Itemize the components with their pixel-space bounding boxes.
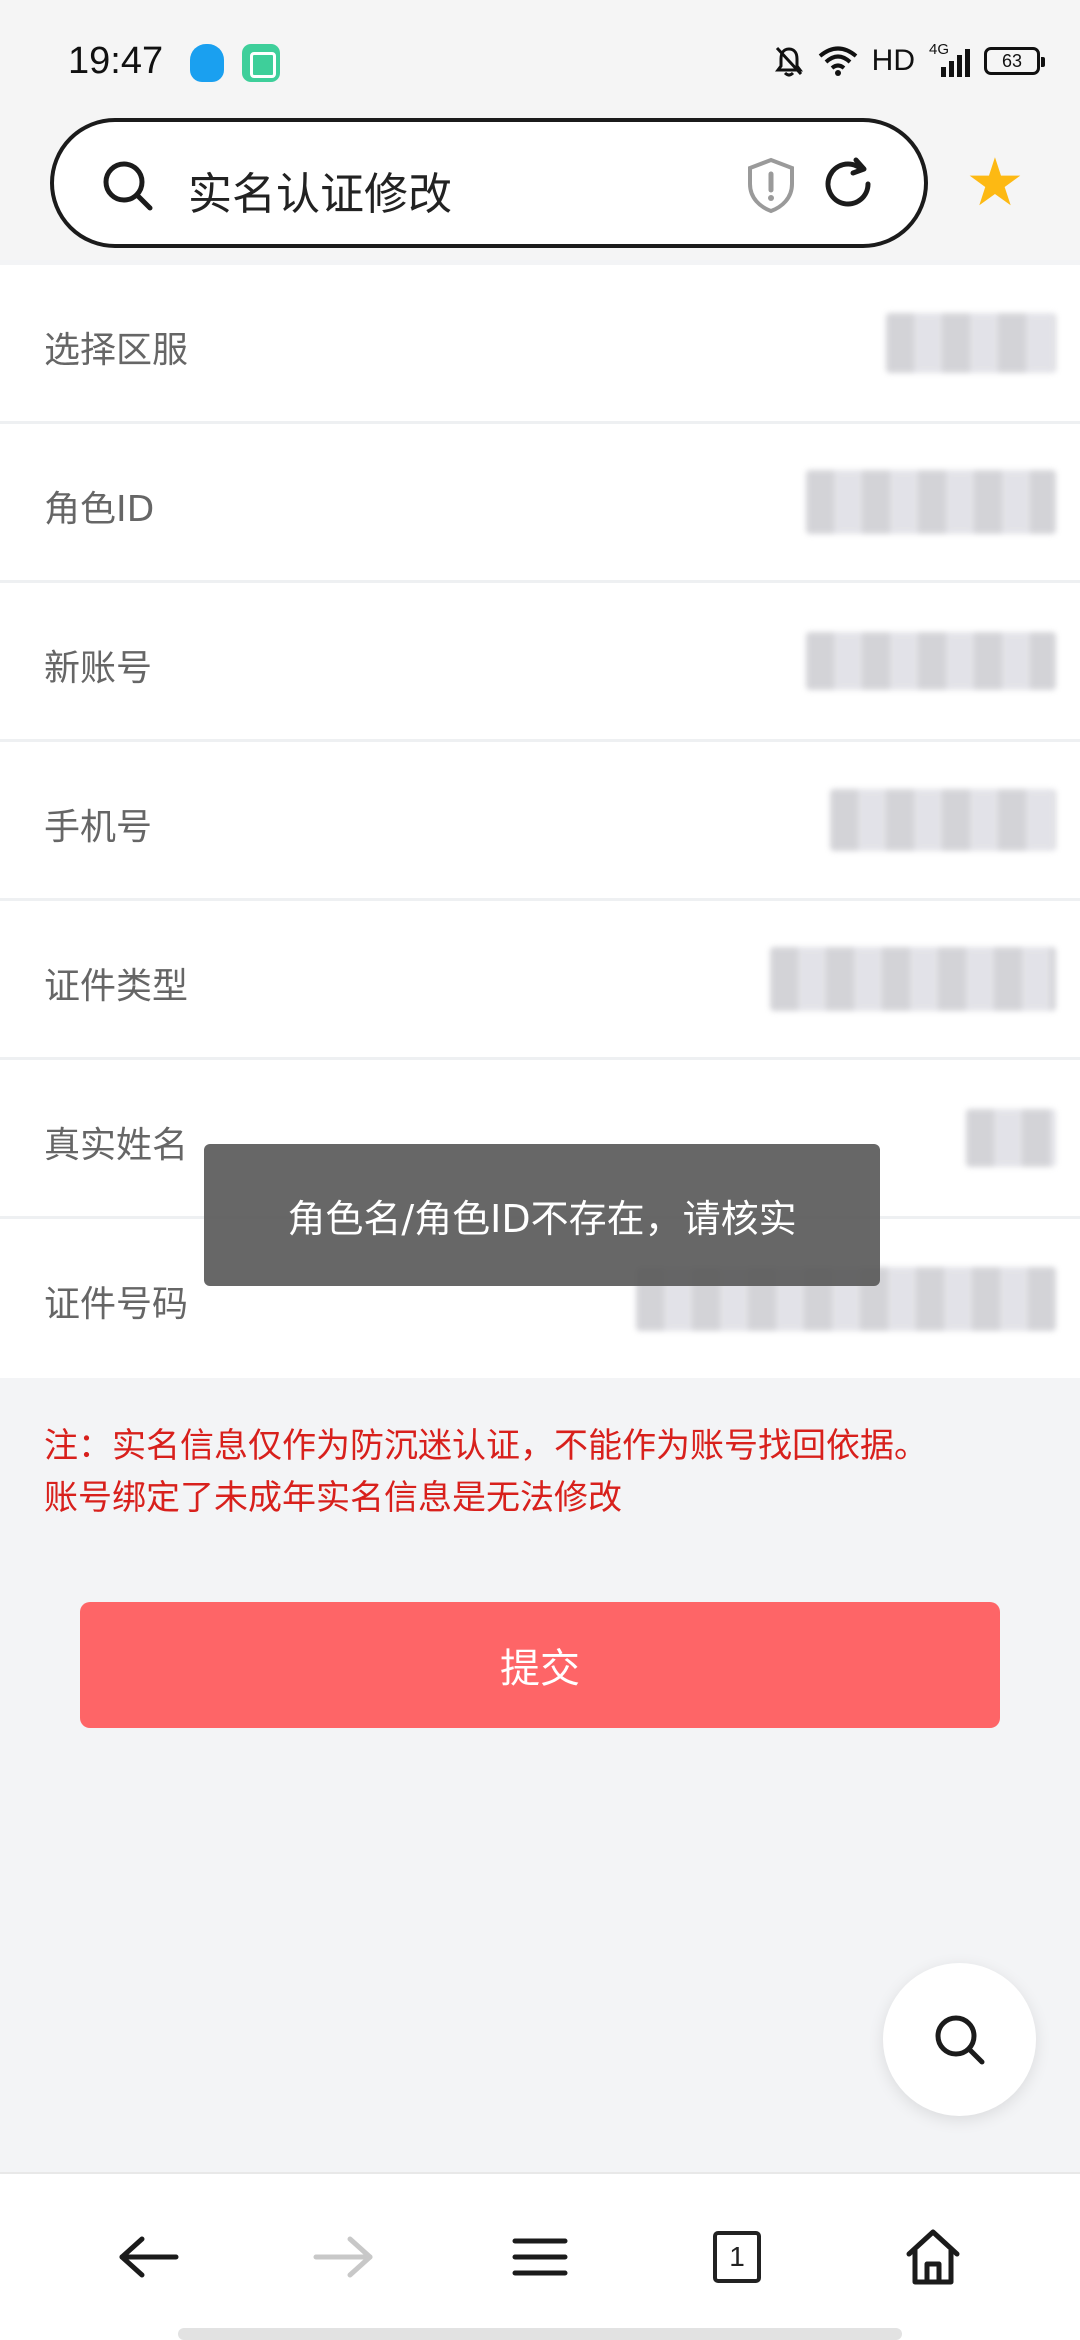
status-app-icons (190, 44, 280, 82)
search-icon (103, 161, 153, 211)
redacted-value (830, 789, 1056, 851)
form-row-server[interactable]: 选择区服 (0, 265, 1080, 424)
back-arrow-icon (119, 2236, 179, 2278)
wifi-icon (818, 46, 857, 76)
forward-button[interactable] (298, 2212, 388, 2302)
home-icon (906, 2229, 960, 2285)
status-bar: 19:47 HD 4G 63 (0, 0, 1080, 110)
shield-alert-icon[interactable] (744, 156, 798, 214)
address-bar[interactable]: 实名认证修改 (50, 118, 928, 248)
form-label: 证件号码 (44, 1284, 189, 1325)
tabs-button[interactable]: 1 (692, 2212, 782, 2302)
form-label: 手机号 (44, 807, 153, 848)
form-row-new-account[interactable]: 新账号 (0, 583, 1080, 742)
mute-bell-icon (774, 46, 803, 77)
network-type: HD (871, 44, 915, 77)
menu-button[interactable] (495, 2212, 585, 2302)
form-row-id-type[interactable]: 证件类型 (0, 901, 1080, 1060)
tabs-icon: 1 (713, 2231, 761, 2283)
floating-search-button[interactable] (883, 1963, 1036, 2116)
back-button[interactable] (104, 2212, 194, 2302)
notice-line-1: 注：实名信息仅作为防沉迷认证，不能作为账号找回依据。 (44, 1426, 928, 1466)
signal-icon: 4G (929, 41, 970, 77)
redacted-value (886, 313, 1056, 373)
battery-level: 63 (1001, 50, 1023, 71)
redacted-value (966, 1109, 1056, 1167)
home-button[interactable] (888, 2212, 978, 2302)
form-label: 新账号 (44, 648, 153, 689)
notice-line-2: 账号绑定了未成年实名信息是无法修改 (44, 1478, 622, 1518)
error-toast: 角色名/角色ID不存在，请核实 (204, 1144, 880, 1286)
status-indicators: HD 4G 63 (774, 41, 1045, 78)
forward-arrow-icon (313, 2236, 373, 2278)
home-indicator[interactable] (178, 2328, 902, 2340)
browser-bottom-nav: 1 (0, 2172, 1080, 2340)
form-label: 角色ID (44, 489, 155, 530)
address-bar-query[interactable]: 实名认证修改 (188, 158, 452, 222)
star-icon[interactable]: ★ (960, 148, 1030, 218)
refresh-icon[interactable] (818, 154, 878, 214)
search-icon (935, 2015, 984, 2064)
redacted-value (770, 947, 1056, 1011)
form-label: 选择区服 (44, 330, 189, 371)
form-label: 证件类型 (44, 966, 189, 1007)
signal-label: 4G (929, 41, 950, 58)
app-square-icon (242, 44, 280, 82)
address-bar-row: 实名认证修改 ★ (0, 110, 1080, 260)
redacted-value (806, 632, 1056, 690)
redacted-value (806, 470, 1056, 534)
tab-count: 1 (729, 2241, 745, 2272)
qq-icon (190, 44, 224, 82)
form-row-phone[interactable]: 手机号 (0, 742, 1080, 901)
submit-button[interactable]: 提交 (80, 1602, 1000, 1728)
status-time: 19:47 (68, 40, 164, 82)
notice-text: 注：实名信息仅作为防沉迷认证，不能作为账号找回依据。 账号绑定了未成年实名信息是… (44, 1420, 1044, 1524)
form-row-role-id[interactable]: 角色ID (0, 424, 1080, 583)
form-label: 真实姓名 (44, 1125, 189, 1166)
menu-icon (512, 2238, 568, 2276)
battery-icon: 63 (984, 47, 1045, 75)
